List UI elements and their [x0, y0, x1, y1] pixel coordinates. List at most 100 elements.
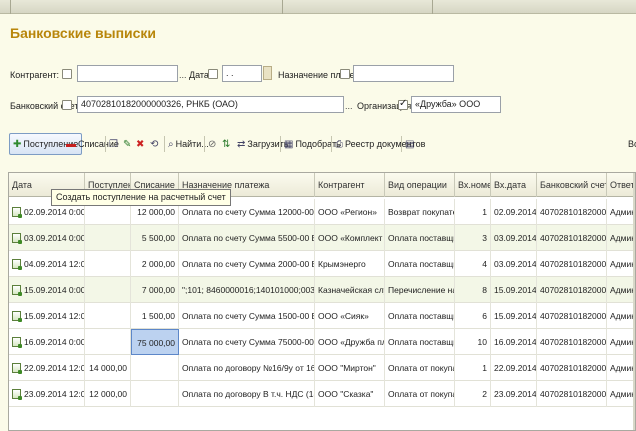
organization-input[interactable]: «Дружба» ООО: [411, 96, 501, 113]
load-icon: ⇄: [237, 139, 246, 150]
bank-statements-table: Дата Поступление Списание Назначение пла…: [8, 172, 636, 431]
cell-receipt: [85, 277, 131, 303]
calendar-icon[interactable]: [263, 66, 272, 80]
select-button[interactable]: ▦ Подобрать: [284, 133, 341, 155]
cell-receipt: [85, 251, 131, 277]
cell-counterparty: ООО «Регион»: [315, 199, 385, 225]
cell-receipt: [85, 225, 131, 251]
document-posted-icon: [12, 207, 22, 218]
copy-icon: ❐: [109, 139, 118, 150]
cell-bank-account: 40702810182000003...: [537, 251, 607, 277]
table-row[interactable]: 22.09.2014 12:00:01 14 000,00 Оплата по …: [9, 355, 635, 381]
col-header-counterparty[interactable]: Контрагент: [315, 173, 385, 197]
cell-in-date: 16.09.2014: [491, 329, 537, 355]
cell-writeoff: [131, 381, 179, 407]
cell-responsible: Администр: [610, 207, 635, 217]
purpose-checkbox[interactable]: [340, 69, 350, 79]
counterparty-select-button[interactable]: ...: [179, 70, 187, 80]
cell-writeoff: 5 500,00: [131, 225, 179, 251]
cell-counterparty: ООО «Сияк»: [315, 303, 385, 329]
table-row[interactable]: 15.09.2014 0:00:00 7 000,00 ";101; 84600…: [9, 277, 635, 303]
counterparty-input[interactable]: [77, 65, 178, 82]
table-row[interactable]: 04.09.2014 12:00:04 2 000,00 Оплата по с…: [9, 251, 635, 277]
cell-counterparty: ООО "Миртон": [315, 355, 385, 381]
cell-writeoff-current[interactable]: 75 000,00: [131, 329, 179, 355]
toolbar: ✚ Поступление ▬ Списание ❐ ✎ ✖ ⟲ ⌕ Найти...…: [8, 133, 636, 155]
cell-receipt: 12 000,00: [85, 381, 131, 407]
cell-date: 04.09.2014 12:00:04: [9, 251, 85, 277]
cell-receipt: [85, 329, 131, 355]
cell-date: 16.09.2014 0:00:00: [9, 329, 85, 355]
cell-operation: Перечисление налога: [385, 277, 455, 303]
document-posted-icon: [12, 337, 22, 348]
purpose-input[interactable]: [353, 65, 454, 82]
counterparty-checkbox[interactable]: [62, 69, 72, 79]
delete-button[interactable]: ✖: [136, 133, 146, 155]
col-header-responsible[interactable]: Ответстве: [607, 173, 635, 197]
cell-in-number: 8: [455, 277, 491, 303]
cell-bank-account: 40702810182000003...: [537, 225, 607, 251]
col-header-in-date[interactable]: Вх.дата: [491, 173, 537, 197]
document-posted-icon: [12, 285, 22, 296]
toolbar-separator: [331, 136, 332, 152]
more-actions-button[interactable]: Во: [628, 133, 636, 155]
cell-counterparty: Казначейская служб...: [315, 277, 385, 303]
cell-writeoff: 2 000,00: [131, 251, 179, 277]
cell-purpose: Оплата по договору В т.ч. НДС (18%) 1830…: [179, 381, 315, 407]
col-header-operation[interactable]: Вид операции: [385, 173, 455, 197]
cell-operation: Оплата поставщику: [385, 303, 455, 329]
cell-responsible: Администр: [610, 337, 635, 347]
cell-bank-account: 40702810182000003...: [537, 355, 607, 381]
report-button[interactable]: ▤: [405, 133, 416, 155]
table-row[interactable]: 15.09.2014 12:00:03 1 500,00 Оплата по с…: [9, 303, 635, 329]
print-icon: ⎙: [335, 139, 343, 150]
table-row-selected[interactable]: 16.09.2014 0:00:00 75 000,00 Оплата по с…: [9, 329, 635, 355]
cell-in-date: 03.09.2014: [491, 251, 537, 277]
post-button[interactable]: ⟲: [150, 133, 160, 155]
toolbar-separator: [280, 136, 281, 152]
cell-in-date: 15.09.2014: [491, 277, 537, 303]
toolbar-separator: [401, 136, 402, 152]
col-header-in-number[interactable]: Вх.номер: [455, 173, 491, 197]
col-header-bank-account[interactable]: Банковский счет: [537, 173, 607, 197]
date-input[interactable]: . .: [222, 65, 262, 82]
date-checkbox[interactable]: [208, 69, 218, 79]
cell-bank-account: 40702810182000003...: [537, 199, 607, 225]
bank-account-select-button[interactable]: ...: [345, 101, 353, 111]
toolbar-separator: [204, 136, 205, 152]
table-row[interactable]: 23.09.2014 12:00:01 12 000,00 Оплата по …: [9, 381, 635, 407]
plus-icon: ✚: [13, 139, 22, 150]
copy-button[interactable]: ❐: [109, 133, 120, 155]
cell-bank-account: 40702810182000003...: [537, 277, 607, 303]
find-button[interactable]: ⌕ Найти...: [168, 133, 209, 155]
cell-responsible: Администр: [610, 389, 635, 399]
refresh-icon: ⟲: [150, 139, 159, 150]
cell-date: 15.09.2014 12:00:03: [9, 303, 85, 329]
cell-in-number: 2: [455, 381, 491, 407]
counterparty-label: Контрагент:: [10, 70, 60, 80]
cell-operation: Оплата поставщику: [385, 329, 455, 355]
bank-account-input[interactable]: 40702810182000000326, РНКБ (ОАО): [77, 96, 344, 113]
search-cancel-button[interactable]: ⊘: [208, 133, 218, 155]
bank-account-checkbox[interactable]: [62, 100, 72, 110]
cell-receipt: [85, 303, 131, 329]
search-icon: ⌕: [168, 139, 174, 150]
search-cancel-icon: ⊘: [208, 139, 217, 150]
table-row[interactable]: 03.09.2014 0:00:00 5 500,00 Оплата по сч…: [9, 225, 635, 251]
minus-icon: ▬: [66, 139, 76, 150]
organization-checkbox[interactable]: [398, 98, 408, 110]
cell-date: 03.09.2014 0:00:00: [9, 225, 85, 251]
cell-purpose: ";101; 8460000016;140101000;003;ООО«Друж…: [179, 277, 315, 303]
cell-date: 22.09.2014 12:00:01: [9, 355, 85, 381]
edit-button[interactable]: ✎: [123, 133, 133, 155]
cell-in-number: 6: [455, 303, 491, 329]
cell-purpose: Оплата по счету Сумма 75000-00: [179, 329, 315, 355]
document-posted-icon: [12, 389, 22, 400]
cell-in-number: 1: [455, 355, 491, 381]
cell-bank-account: 40702810182000003...: [537, 329, 607, 355]
document-posted-icon: [12, 233, 22, 244]
document-posted-icon: [12, 259, 22, 270]
cell-operation: Оплата поставщику: [385, 251, 455, 277]
vertical-scrollbar[interactable]: [633, 173, 635, 430]
sort-button[interactable]: ⇅: [222, 133, 232, 155]
